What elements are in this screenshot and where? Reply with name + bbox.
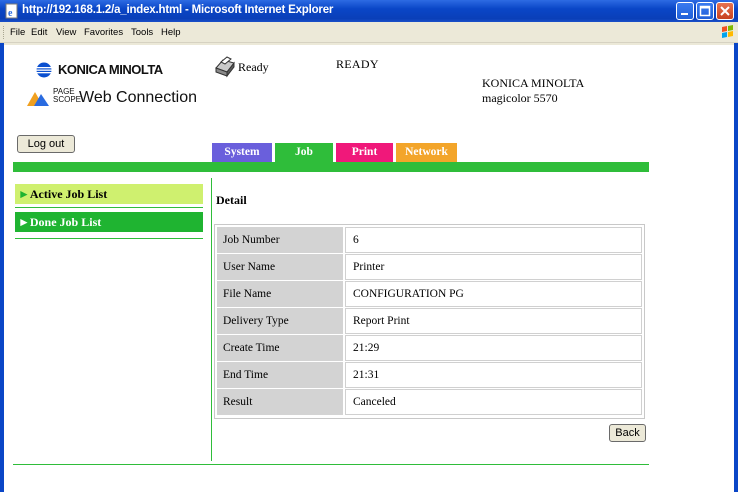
window-border-right bbox=[734, 43, 738, 492]
row-label: User Name bbox=[217, 254, 343, 280]
table-row: Delivery Type Report Print bbox=[217, 308, 642, 335]
toolbar-grip bbox=[3, 26, 7, 39]
arrow-right-icon: ► bbox=[18, 187, 30, 201]
minimize-button[interactable] bbox=[676, 2, 694, 20]
table-row: File Name CONFIGURATION PG bbox=[217, 281, 642, 308]
row-value: 21:29 bbox=[345, 335, 642, 361]
printer-model: magicolor 5570 bbox=[482, 91, 558, 105]
menu-edit[interactable]: Edit bbox=[31, 27, 47, 38]
row-value: CONFIGURATION PG bbox=[345, 281, 642, 307]
table-row: Create Time 21:29 bbox=[217, 335, 642, 362]
logout-button[interactable]: Log out bbox=[17, 135, 75, 153]
menu-bar: File Edit View Favorites Tools Help bbox=[0, 22, 738, 43]
brand-logo-text: KONICA MINOLTA bbox=[58, 62, 163, 77]
row-value: Printer bbox=[345, 254, 642, 280]
window-titlebar: e http://192.168.1.2/a_index.html - Micr… bbox=[0, 0, 738, 22]
row-label: Job Number bbox=[217, 227, 343, 253]
maximize-button[interactable] bbox=[696, 2, 714, 20]
menu-file[interactable]: File bbox=[10, 27, 25, 38]
sidebar-divider bbox=[15, 238, 203, 239]
web-connection-text: Web Connection bbox=[79, 89, 197, 106]
row-label: Create Time bbox=[217, 335, 343, 361]
back-button[interactable]: Back bbox=[609, 424, 646, 442]
pagescope-logo: PAGE SCOPE Web Connection bbox=[25, 88, 205, 110]
sidebar-item-label: Done Job List bbox=[29, 215, 102, 229]
pagescope-small-text: PAGE SCOPE bbox=[53, 87, 82, 104]
maximize-icon bbox=[699, 5, 711, 17]
menu-favorites[interactable]: Favorites bbox=[84, 27, 123, 38]
svg-text:e: e bbox=[8, 8, 13, 19]
printer-brand: KONICA MINOLTA bbox=[482, 76, 585, 90]
konica-globe-icon bbox=[36, 62, 52, 78]
menu-help[interactable]: Help bbox=[161, 27, 181, 38]
menu-view[interactable]: View bbox=[56, 27, 76, 38]
row-label: File Name bbox=[217, 281, 343, 307]
status-text: Ready bbox=[238, 60, 269, 74]
table-row: Result Canceled bbox=[217, 389, 642, 416]
sidebar-item-label: Active Job List bbox=[29, 187, 108, 201]
footer-divider bbox=[13, 464, 649, 465]
table-row: End Time 21:31 bbox=[217, 362, 642, 389]
row-label: Result bbox=[217, 389, 343, 415]
row-value: 21:31 bbox=[345, 362, 642, 388]
sidebar-item-active-job-list[interactable]: ►Active Job List bbox=[15, 184, 203, 204]
close-button[interactable] bbox=[716, 2, 734, 20]
tab-job[interactable]: Job bbox=[275, 143, 333, 162]
tab-underline-bar bbox=[13, 162, 649, 172]
row-value: Report Print bbox=[345, 308, 642, 334]
sidebar-item-done-job-list[interactable]: ►Done Job List bbox=[15, 212, 203, 232]
windows-flag-icon bbox=[716, 23, 738, 42]
pagescope-mark-icon bbox=[27, 92, 49, 106]
status-ready: READY bbox=[336, 57, 379, 71]
window-title: http://192.168.1.2/a_index.html - Micros… bbox=[22, 4, 334, 16]
arrow-right-icon: ► bbox=[18, 215, 30, 229]
close-icon bbox=[720, 6, 730, 16]
menu-tools[interactable]: Tools bbox=[131, 27, 153, 38]
tab-print[interactable]: Print bbox=[336, 143, 393, 162]
table-row: User Name Printer bbox=[217, 254, 642, 281]
row-value: Canceled bbox=[345, 389, 642, 415]
detail-title: Detail bbox=[216, 193, 247, 207]
tab-system[interactable]: System bbox=[212, 143, 272, 162]
tab-network[interactable]: Network bbox=[396, 143, 457, 162]
minimize-icon bbox=[681, 13, 688, 15]
detail-table: Job Number 6 User Name Printer File Name… bbox=[214, 224, 645, 419]
row-value: 6 bbox=[345, 227, 642, 253]
content-divider bbox=[211, 178, 212, 461]
sidebar-divider bbox=[15, 207, 203, 208]
table-row: Job Number 6 bbox=[217, 227, 642, 254]
printer-status-icon bbox=[215, 56, 235, 78]
row-label: End Time bbox=[217, 362, 343, 388]
ie-page-icon: e bbox=[5, 3, 18, 19]
row-label: Delivery Type bbox=[217, 308, 343, 334]
